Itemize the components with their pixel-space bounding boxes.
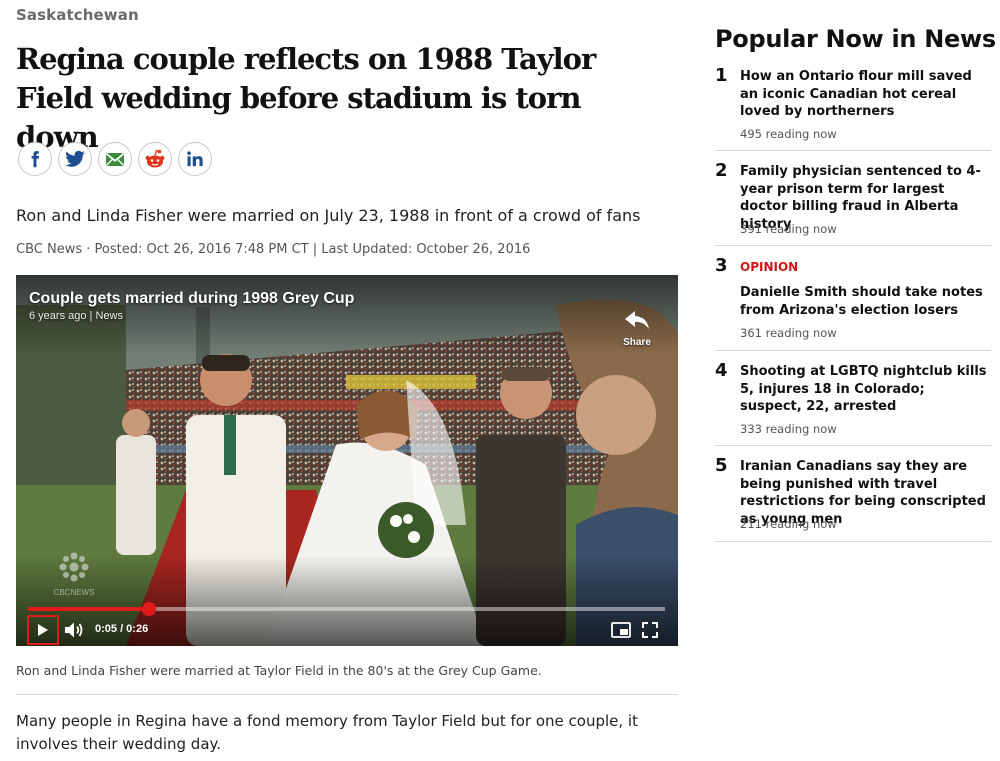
fullscreen-button[interactable] (640, 620, 660, 640)
volume-icon (65, 622, 83, 638)
cbc-news-watermark: CBCNEWS (52, 552, 96, 597)
twitter-icon (65, 150, 85, 167)
reddit-icon (145, 149, 165, 168)
video-share-button[interactable]: Share (619, 309, 655, 348)
popular-rank: 5 (715, 455, 728, 476)
popular-list: 1 How an Ontario flour mill saved an ico… (715, 62, 991, 542)
popular-item[interactable]: 5 Iranian Canadians say they are being p… (715, 446, 991, 542)
popular-reading-count: 211 reading now (740, 517, 837, 531)
popular-rank: 1 (715, 65, 728, 86)
popular-rank: 4 (715, 360, 728, 381)
facebook-icon (31, 151, 40, 168)
picture-in-picture-icon (611, 622, 631, 638)
share-arrow-icon (625, 311, 649, 329)
share-reddit-button[interactable] (138, 142, 172, 176)
article-deck: Ron and Linda Fisher were married on Jul… (16, 206, 641, 225)
popular-item[interactable]: 1 How an Ontario flour mill saved an ico… (715, 62, 991, 151)
video-share-label: Share (623, 337, 651, 348)
article-headline: Regina couple reflects on 1988 Taylor Fi… (16, 42, 596, 154)
share-twitter-button[interactable] (58, 142, 92, 176)
popular-reading-count: 361 reading now (740, 326, 837, 340)
volume-button[interactable] (63, 619, 85, 641)
fullscreen-icon (642, 622, 658, 638)
play-button[interactable] (27, 615, 59, 645)
popular-item[interactable]: 3 OPINION Danielle Smith should take not… (715, 246, 991, 351)
picture-in-picture-button[interactable] (610, 620, 632, 640)
popular-item[interactable]: 2 Family physician sentenced to 4-year p… (715, 151, 991, 246)
video-progress-fill (28, 607, 150, 611)
popular-headline-link[interactable]: How an Ontario flour mill saved an iconi… (740, 68, 988, 121)
section-label[interactable]: Saskatchewan (16, 6, 139, 24)
share-linkedin-button[interactable] (178, 142, 212, 176)
popular-headline-link[interactable]: Danielle Smith should take notes from Ar… (740, 284, 988, 319)
popular-rank: 2 (715, 160, 728, 181)
caption-divider (16, 694, 678, 695)
share-email-button[interactable] (98, 142, 132, 176)
cbc-gem-icon (59, 552, 89, 582)
popular-headline-link[interactable]: Shooting at LGBTQ nightclub kills 5, inj… (740, 363, 988, 416)
share-facebook-button[interactable] (18, 142, 52, 176)
video-scrubber-handle[interactable] (142, 602, 157, 616)
share-bar (18, 142, 212, 176)
watermark-text: CBCNEWS (53, 588, 95, 597)
video-title[interactable]: Couple gets married during 1998 Grey Cup (29, 290, 354, 308)
email-icon (105, 152, 125, 166)
video-player[interactable]: Couple gets married during 1998 Grey Cup… (16, 275, 678, 646)
video-frame (16, 275, 678, 646)
article-byline: CBC News · Posted: Oct 26, 2016 7:48 PM … (16, 242, 531, 257)
linkedin-icon (187, 151, 203, 167)
popular-item[interactable]: 4 Shooting at LGBTQ nightclub kills 5, i… (715, 351, 991, 446)
video-meta: 6 years ago | News (29, 310, 123, 322)
video-time-display: 0:05 / 0:26 (95, 623, 149, 635)
popular-reading-count: 495 reading now (740, 127, 837, 141)
article-body-paragraph: Many people in Regina have a fond memory… (16, 712, 638, 753)
sidebar-title: Popular Now in News (715, 25, 996, 53)
popular-reading-count: 333 reading now (740, 422, 837, 436)
opinion-tag: OPINION (740, 260, 799, 274)
popular-reading-count: 391 reading now (740, 222, 837, 236)
video-caption: Ron and Linda Fisher were married at Tay… (16, 663, 542, 678)
play-icon (38, 624, 48, 636)
video-progress-bar[interactable] (28, 602, 665, 616)
popular-rank: 3 (715, 255, 728, 276)
